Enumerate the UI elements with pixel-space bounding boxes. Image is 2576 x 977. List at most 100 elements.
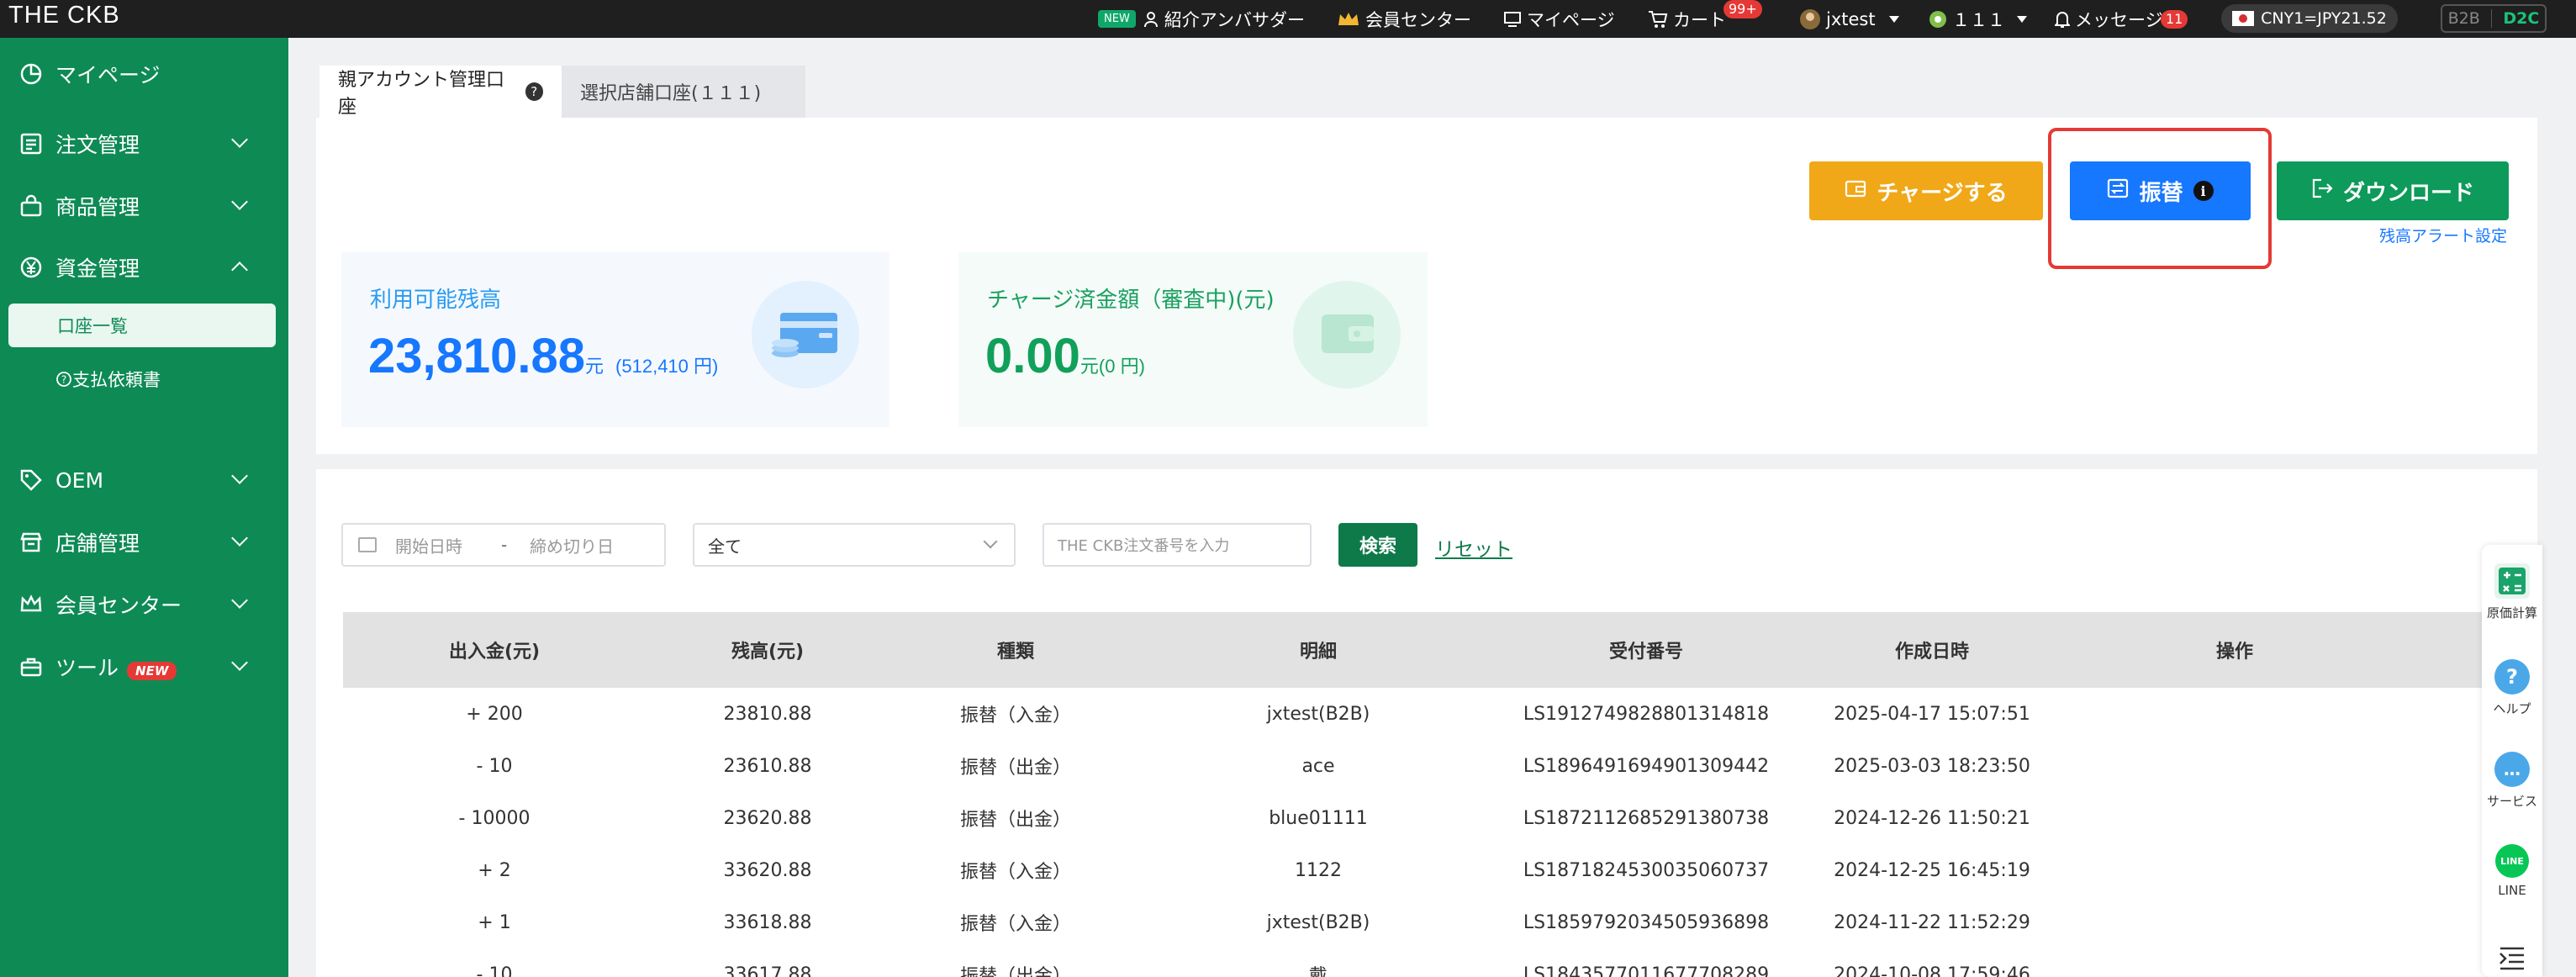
- table-cell: - 10: [476, 755, 513, 777]
- tab-selected-store[interactable]: 選択店舗口座(１１１): [562, 66, 805, 118]
- messages-label: メッセージ: [2075, 9, 2163, 30]
- svg-text:?: ?: [61, 374, 66, 386]
- date-range-picker[interactable]: 開始日時 - 締め切り日: [341, 523, 666, 567]
- table-cell: 2024-11-22 11:52:29: [1834, 911, 2030, 933]
- table-cell: + 1: [478, 911, 511, 933]
- column-header: 明細: [1299, 642, 1337, 663]
- type-select[interactable]: 全て: [693, 523, 1016, 567]
- column-header: 種類: [996, 642, 1034, 663]
- sidebar-item-stores[interactable]: 店舗管理: [0, 517, 288, 568]
- line-icon: LINE: [2495, 844, 2529, 878]
- table-cell: - 10: [476, 964, 513, 977]
- menu-button[interactable]: [2482, 940, 2542, 975]
- user-menu[interactable]: jxtest: [1799, 0, 1904, 38]
- crown-icon: [17, 590, 45, 619]
- sidebar-item-funds[interactable]: 資金管理: [0, 242, 288, 293]
- search-button[interactable]: 検索: [1338, 523, 1417, 567]
- sidebar-item-member-center[interactable]: 会員センター: [0, 579, 288, 630]
- sidebar-item-orders[interactable]: 注文管理: [0, 119, 288, 169]
- cart-icon: [1648, 10, 1668, 29]
- sidebar-subitem-account-list[interactable]: 口座一覧: [8, 304, 276, 347]
- floating-label: LINE: [2498, 883, 2526, 898]
- end-date-input[interactable]: 締め切り日: [530, 533, 614, 557]
- b2b-option[interactable]: B2B: [2448, 9, 2480, 28]
- order-icon: [17, 129, 45, 158]
- column-header: 残高(元): [731, 642, 805, 663]
- messages-count-badge: 11: [2161, 10, 2188, 29]
- sidebar-item-label: ツール: [55, 656, 119, 680]
- cart-link[interactable]: カート: [1648, 0, 1726, 38]
- sidebar-item-label: 会員センター: [55, 594, 182, 618]
- table-cell: + 200: [466, 703, 523, 725]
- sidebar-subitem-payment-request[interactable]: ? 支払依頼書: [8, 357, 276, 401]
- charge-button[interactable]: チャージする: [1809, 161, 2043, 220]
- sidebar-item-tools-row: ツール NEW: [55, 652, 177, 682]
- table-cell: 23810.88: [723, 703, 812, 725]
- messages-link[interactable]: メッセージ: [2055, 0, 2163, 38]
- order-number-placeholder: THE CKB注文番号を入力: [1058, 537, 1230, 555]
- mypage-link[interactable]: マイページ: [1503, 0, 1615, 38]
- balance-alert-link[interactable]: 残高アラート設定: [2379, 224, 2507, 246]
- table-cell: 2024-10-08 17:59:46: [1834, 964, 2030, 977]
- d2c-option[interactable]: D2C: [2503, 9, 2539, 28]
- sidebar-item-label: 注文管理: [55, 133, 140, 157]
- crown-icon: [1337, 10, 1360, 29]
- mypage-label: マイページ: [1527, 9, 1615, 30]
- sidebar-item-products[interactable]: 商品管理: [0, 181, 288, 231]
- start-date-input[interactable]: 開始日時: [395, 533, 462, 557]
- shop-selector[interactable]: １１１: [1929, 0, 2032, 38]
- cost-calculator-button[interactable]: 原価計算: [2482, 563, 2542, 621]
- logo[interactable]: THE CKB: [8, 2, 120, 29]
- caret-down-icon: [2017, 15, 2027, 23]
- reset-link[interactable]: リセット: [1435, 533, 1512, 562]
- available-balance-value: 23,810.88: [368, 329, 586, 383]
- avatar: [1799, 8, 1821, 30]
- table-cell: 23620.88: [723, 807, 812, 829]
- service-button[interactable]: … サービス: [2482, 752, 2542, 810]
- column-header: 受付番号: [1608, 642, 1683, 663]
- yen-icon: [17, 253, 45, 282]
- ambassador-link[interactable]: NEW 紹介アンバサダー: [1098, 0, 1305, 38]
- table-cell: 1122: [1295, 859, 1342, 881]
- table-cell: 振替（出金）: [959, 966, 1071, 977]
- column-header: 操作: [2215, 642, 2253, 663]
- top-bar: THE CKB NEW 紹介アンバサダー 会員センター マイページ カート 99…: [0, 0, 2576, 38]
- b2b-d2c-switch[interactable]: B2B D2C: [2441, 4, 2547, 33]
- table-cell: 振替（入金）: [959, 705, 1071, 726]
- highlight-box: [2048, 128, 2272, 269]
- shop-name: １１１: [1952, 9, 2005, 30]
- chevron-down-icon: [231, 530, 248, 547]
- sidebar-item-oem[interactable]: OEM: [0, 455, 288, 505]
- table-header: 出入金(元) 残高(元) 種類 明細 受付番号 作成日時 操作: [343, 612, 2510, 688]
- menu-icon: [2494, 940, 2530, 975]
- sidebar-item-tools[interactable]: ツール NEW: [0, 642, 288, 692]
- table-row: + 2 33620.88 振替（入金） 1122 LS18718245300350607…: [343, 844, 2510, 896]
- chevron-down-icon: [231, 592, 248, 609]
- help-icon[interactable]: ?: [525, 82, 543, 101]
- tab-label: 選択店舗口座(１１１): [580, 83, 762, 104]
- tab-parent-account[interactable]: 親アカウント管理口座 ?: [319, 66, 562, 118]
- date-separator: -: [501, 535, 508, 555]
- export-icon: [2311, 178, 2333, 204]
- floating-toolbar: 原価計算 ? ヘルプ … サービス LINE LINE: [2482, 545, 2542, 977]
- sidebar: マイページ 注文管理 商品管理 資金管理 口座一覧 ? 支払依頼書 OEM 店舗…: [0, 38, 288, 977]
- table-cell: LS1912749828801314818: [1523, 703, 1770, 725]
- type-select-value: 全て: [708, 536, 742, 557]
- order-number-input[interactable]: THE CKB注文番号を入力: [1043, 523, 1312, 567]
- sidebar-item-label: 商品管理: [55, 195, 140, 219]
- table-cell: 振替（入金）: [959, 914, 1071, 935]
- table-cell: [2067, 792, 2403, 844]
- sidebar-item-label: 資金管理: [55, 256, 140, 281]
- wallet-illustration-icon: [752, 281, 859, 388]
- exchange-rate: CNY1=JPY21.52: [2221, 4, 2398, 33]
- bag-icon: [17, 192, 45, 220]
- table-row: - 10 33617.88 振替（出金） 戴 LS1843577011677708289…: [343, 948, 2510, 977]
- download-label: ダウンロード: [2342, 180, 2474, 206]
- download-button[interactable]: ダウンロード: [2277, 161, 2509, 220]
- sidebar-item-mypage[interactable]: マイページ: [0, 49, 288, 99]
- member-center-link[interactable]: 会員センター: [1337, 0, 1471, 38]
- sidebar-item-label: 店舗管理: [55, 531, 140, 556]
- help-button[interactable]: ? ヘルプ: [2482, 659, 2542, 717]
- table-cell: LS1872112685291380738: [1523, 807, 1770, 829]
- line-button[interactable]: LINE LINE: [2482, 844, 2542, 898]
